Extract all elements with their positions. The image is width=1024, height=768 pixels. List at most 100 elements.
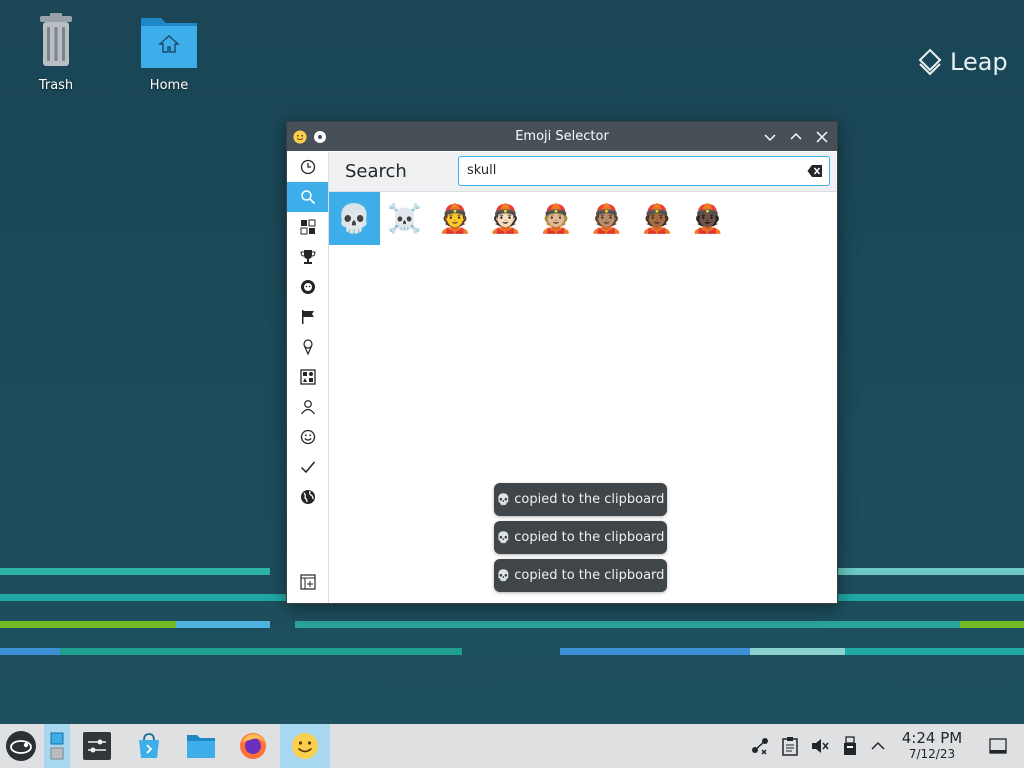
taskbar-system-settings[interactable]	[78, 724, 116, 768]
emoji-result[interactable]: 👲🏿	[683, 192, 734, 245]
category-smileys[interactable]	[287, 422, 328, 452]
clipboard-tray-button[interactable]	[780, 736, 800, 756]
emoji-results-grid: 💀 ☠️ 👲 👲🏻 👲🏼 👲🏽 👲🏾 👲🏿	[329, 192, 837, 246]
pin-icon[interactable]	[313, 130, 327, 144]
clipboard-toast: 💀 copied to the clipboard	[494, 521, 667, 554]
wallpaper-stripe	[845, 648, 1024, 655]
digital-clock[interactable]: 4:24 PM 7/12/23	[896, 729, 968, 762]
wallpaper-stripe	[835, 568, 1024, 575]
toast-emoji-icon: 💀	[496, 493, 511, 506]
opensuse-icon	[6, 731, 36, 761]
category-people[interactable]	[287, 392, 328, 422]
emoji-result[interactable]: ☠️	[380, 192, 431, 245]
category-objects[interactable]	[287, 362, 328, 392]
search-input[interactable]	[465, 162, 799, 179]
open-panel-button[interactable]	[287, 567, 328, 597]
emoji-result[interactable]: 👲🏾	[632, 192, 683, 245]
person-icon	[300, 400, 315, 415]
toast-text: copied to the clipboard	[514, 568, 665, 583]
wallpaper-stripe	[176, 621, 270, 628]
virtual-desktop-icon	[50, 732, 64, 760]
add-panel-icon	[299, 574, 316, 590]
desktop-icon-label: Home	[149, 78, 189, 93]
toast-emoji-icon: 💀	[496, 531, 511, 544]
emoji-result[interactable]: 👲	[430, 192, 481, 245]
window-titlebar[interactable]: Emoji Selector	[287, 122, 837, 151]
wallpaper-stripe	[60, 648, 462, 655]
app-emoji-icon[interactable]	[293, 129, 307, 144]
clipboard-toast: 💀 copied to the clipboard	[494, 483, 667, 516]
icecream-icon	[302, 339, 313, 355]
emoji-result[interactable]: 💀	[329, 192, 380, 245]
minimize-icon[interactable]	[763, 130, 777, 144]
globe-icon	[300, 490, 315, 504]
emoji-result[interactable]: 👲🏼	[531, 192, 582, 245]
search-field[interactable]	[458, 156, 830, 186]
settings-sliders-icon	[83, 732, 111, 760]
category-recent[interactable]	[287, 152, 328, 182]
category-all[interactable]	[287, 212, 328, 242]
desktop-icon-label: Trash	[38, 78, 74, 93]
clipboard-icon	[782, 737, 798, 756]
search-header: Search	[329, 152, 837, 192]
emoji-result[interactable]: 👲🏽	[582, 192, 633, 245]
symbols-icon	[299, 369, 316, 385]
category-food[interactable]	[287, 332, 328, 362]
smiley-icon	[300, 429, 315, 445]
show-desktop-icon	[989, 738, 1007, 754]
desktop-icon-home[interactable]: Home	[129, 12, 209, 93]
category-search[interactable]	[287, 182, 328, 212]
category-animals[interactable]	[287, 272, 328, 302]
objects-icon	[300, 219, 315, 235]
emoji-icon	[292, 733, 318, 759]
toast-emoji-icon: 💀	[496, 569, 511, 582]
category-flags[interactable]	[287, 302, 328, 332]
wallpaper-stripe	[750, 648, 845, 655]
network-icon	[752, 738, 768, 755]
window-title: Emoji Selector	[515, 129, 609, 144]
toast-text: copied to the clipboard	[514, 492, 665, 507]
wallpaper-stripe	[0, 621, 176, 628]
category-travel[interactable]	[287, 482, 328, 512]
leap-logo-icon	[918, 48, 942, 76]
close-icon[interactable]	[815, 130, 829, 144]
category-symbols[interactable]	[287, 452, 328, 482]
category-activities[interactable]	[287, 242, 328, 272]
clear-search-button[interactable]	[807, 164, 823, 178]
firefox-icon	[240, 733, 266, 759]
taskbar: 4:24 PM 7/12/23	[0, 724, 1024, 768]
trophy-icon	[299, 250, 316, 264]
page-title: Search	[345, 161, 407, 182]
wallpaper-stripe	[560, 648, 750, 655]
device-tray-button[interactable]	[840, 736, 860, 756]
clipboard-toast: 💀 copied to the clipboard	[494, 559, 667, 592]
clock-time: 4:24 PM	[901, 729, 963, 747]
taskbar-firefox[interactable]	[234, 724, 272, 768]
show-hidden-tray-button[interactable]	[868, 736, 888, 756]
taskbar-dolphin[interactable]	[182, 724, 220, 768]
desktop-icon-trash[interactable]: Trash	[16, 12, 96, 93]
taskbar-discover[interactable]	[130, 724, 168, 768]
clock-date: 7/12/23	[908, 747, 956, 761]
discover-icon	[139, 733, 159, 758]
home-folder-icon	[139, 12, 199, 72]
maximize-icon[interactable]	[789, 130, 803, 144]
volume-tray-button[interactable]	[810, 736, 830, 756]
chevron-up-icon	[871, 741, 885, 750]
clock-icon	[300, 159, 315, 175]
muted-speaker-icon	[812, 739, 829, 753]
toast-text: copied to the clipboard	[514, 530, 665, 545]
search-icon	[300, 190, 315, 205]
category-sidebar	[287, 152, 329, 603]
application-launcher-button[interactable]	[0, 724, 42, 768]
show-desktop-button[interactable]	[988, 736, 1008, 756]
usb-drive-icon	[844, 736, 856, 755]
emoji-result[interactable]: 👲🏻	[481, 192, 532, 245]
flag-icon	[301, 310, 314, 324]
leap-logo-text: Leap	[950, 48, 1008, 76]
leap-logo: Leap	[918, 48, 1008, 76]
wallpaper-stripe	[0, 648, 60, 655]
pager-button[interactable]	[44, 724, 70, 768]
taskbar-emoji-selector[interactable]	[280, 724, 330, 768]
network-tray-button[interactable]	[750, 736, 770, 756]
